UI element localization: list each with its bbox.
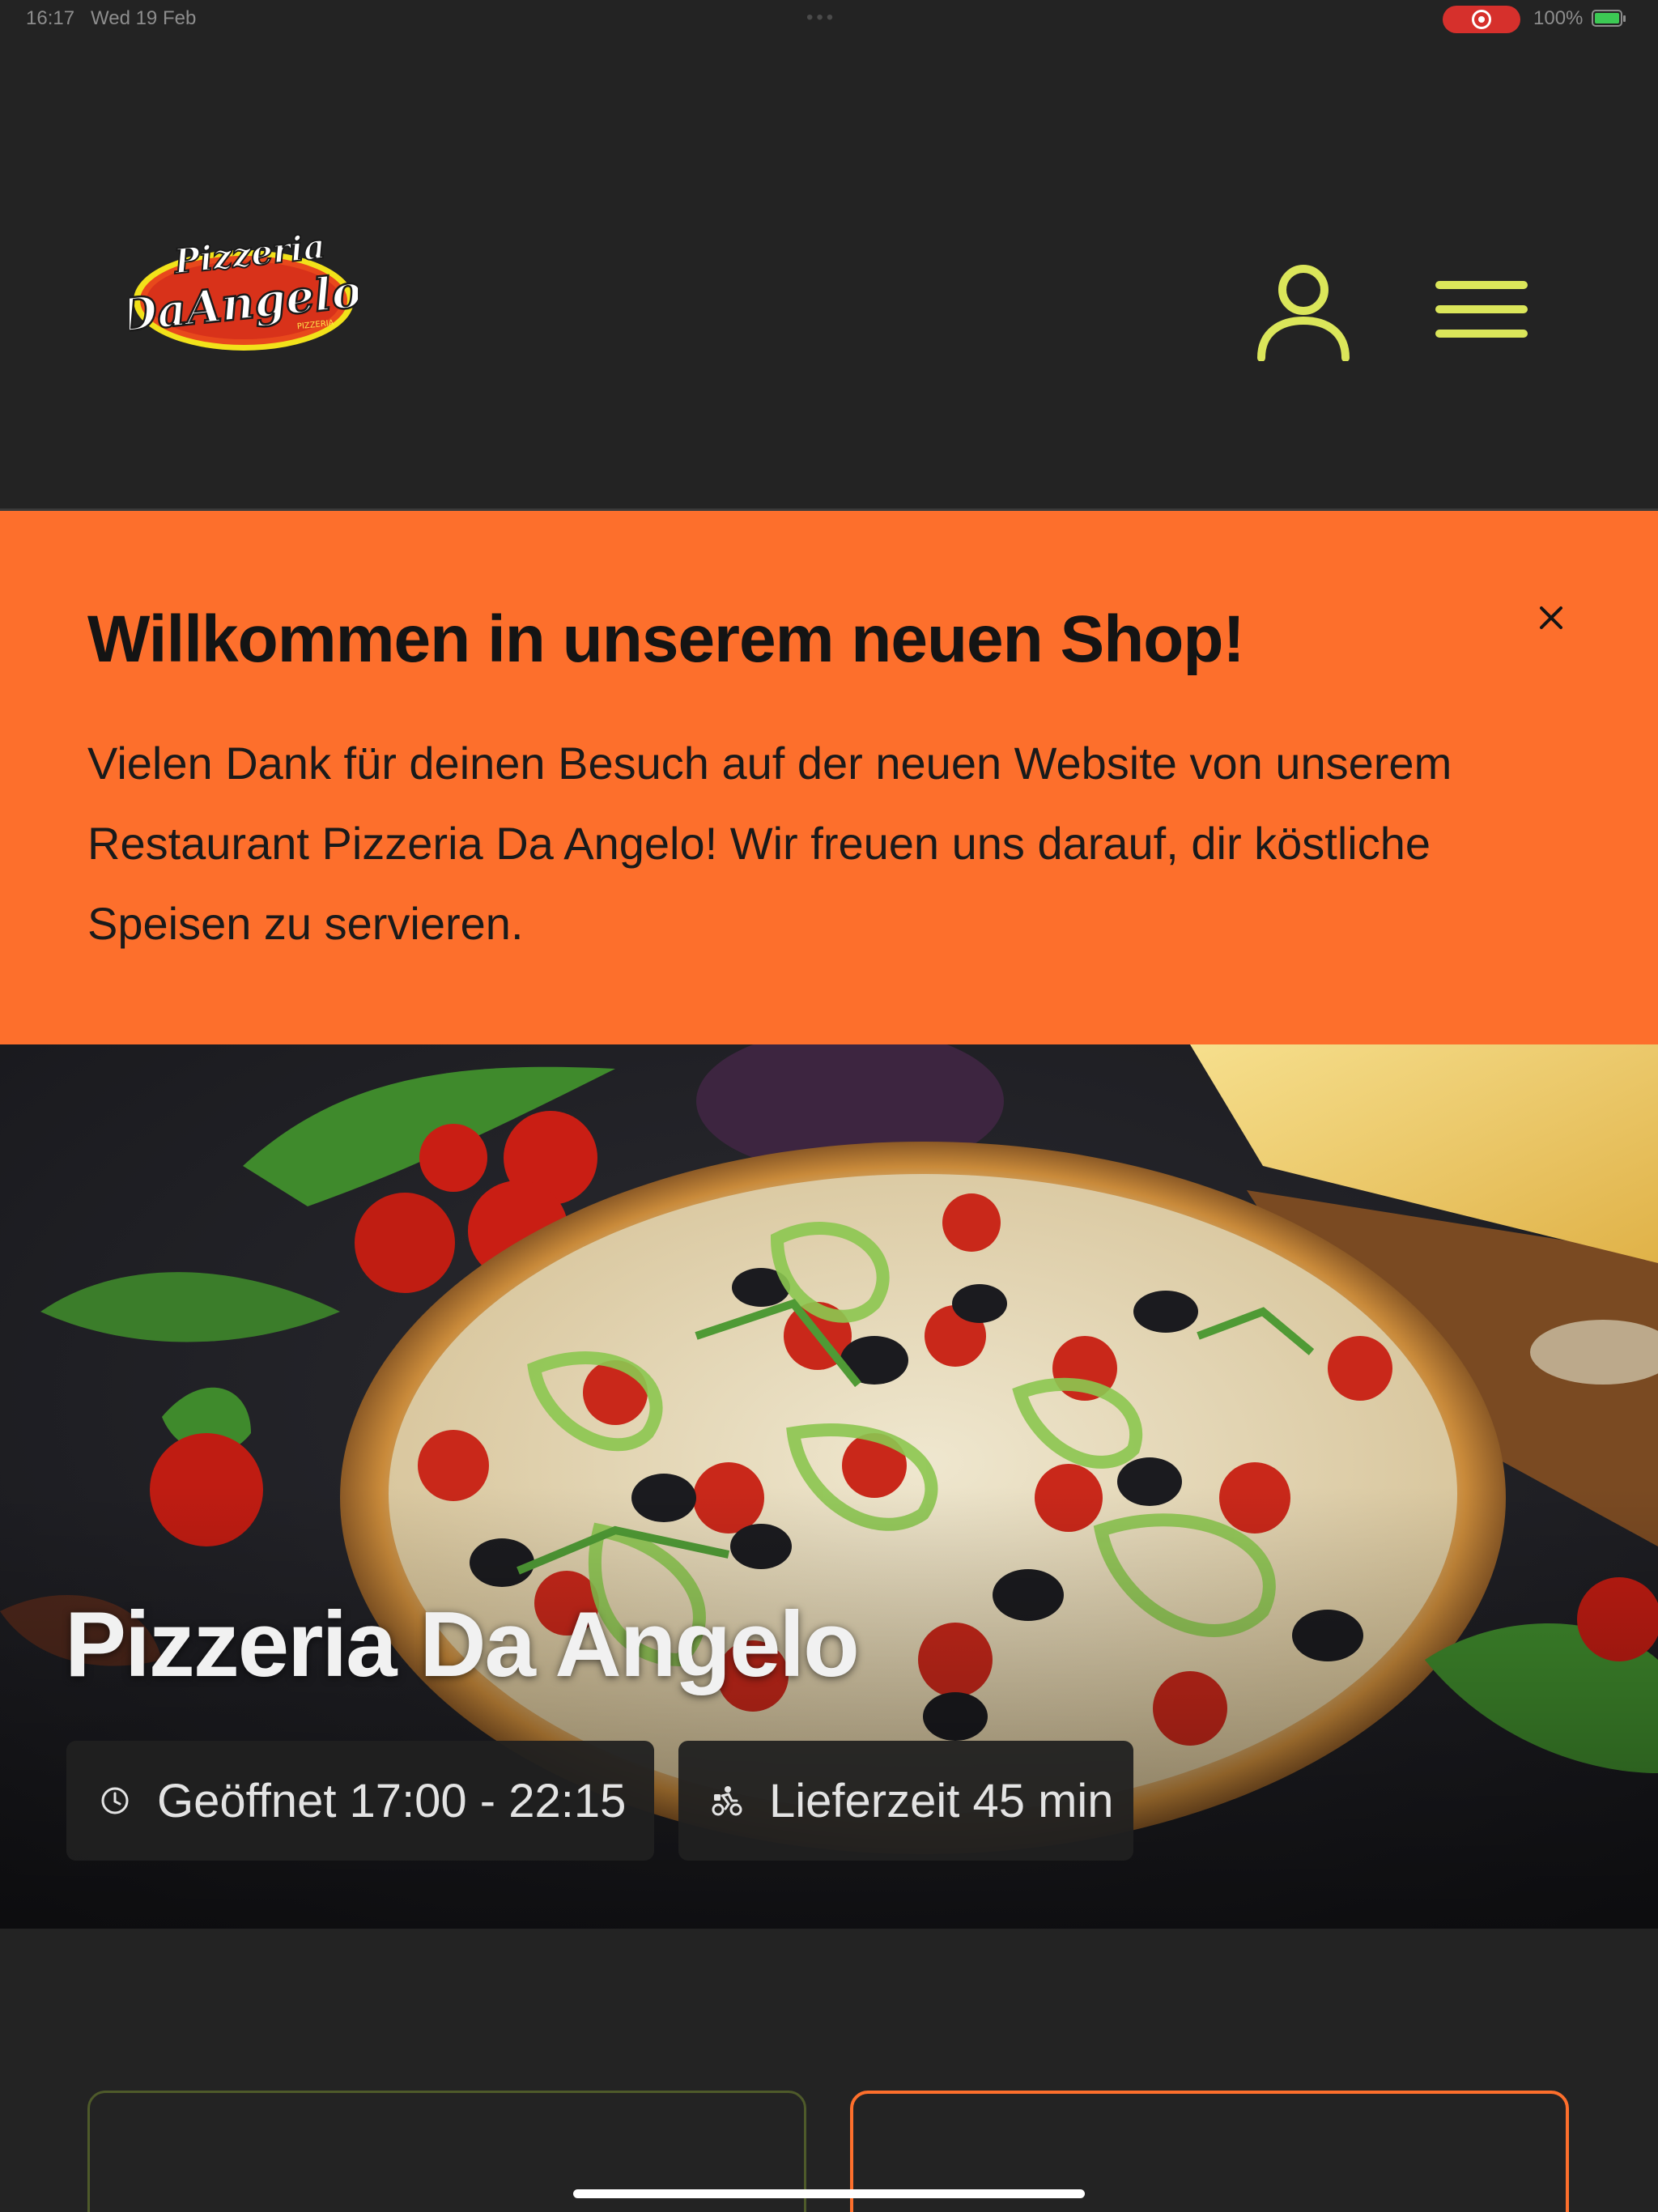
status-bar: 16:17 Wed 19 Feb ••• 100% xyxy=(0,0,1658,37)
user-icon xyxy=(1257,265,1350,362)
order-options-section xyxy=(0,1929,1658,2212)
screen-recording-icon xyxy=(1443,6,1520,33)
welcome-banner: Willkommen in unserem neuen Shop! Vielen… xyxy=(0,508,1658,1044)
delivery-time-badge: Lieferzeit 45 min xyxy=(678,1741,1133,1861)
delivery-time-text: Lieferzeit 45 min xyxy=(769,1774,1114,1827)
hero-section: Pizzeria Da Angelo Geöffnet 17:00 - 22:1… xyxy=(0,1044,1658,1929)
site-header: Pizzeria DaAngelo PIZZERIA xyxy=(0,37,1658,508)
menu-button[interactable] xyxy=(1433,277,1530,342)
battery-icon xyxy=(1592,10,1626,27)
banner-close-button[interactable] xyxy=(1533,600,1569,636)
bike-delivery-icon xyxy=(712,1786,742,1816)
clock-icon xyxy=(101,1787,129,1814)
opening-hours-badge: Geöffnet 17:00 - 22:15 xyxy=(66,1741,654,1861)
home-indicator[interactable] xyxy=(573,2189,1085,2198)
close-icon xyxy=(1540,606,1562,629)
banner-text: Vielen Dank für deinen Besuch auf der ne… xyxy=(87,738,1452,949)
opening-hours-text: Geöffnet 17:00 - 22:15 xyxy=(157,1774,627,1827)
status-date: Wed 19 Feb xyxy=(91,7,197,29)
status-time: 16:17 xyxy=(26,7,75,29)
hamburger-menu-icon xyxy=(1435,281,1528,338)
multitasking-dots-icon: ••• xyxy=(806,6,837,28)
restaurant-name: Pizzeria Da Angelo xyxy=(65,1593,860,1696)
account-button[interactable] xyxy=(1255,261,1352,362)
logo[interactable]: Pizzeria DaAngelo PIZZERIA xyxy=(113,223,365,361)
battery-percentage: 100% xyxy=(1533,7,1584,29)
banner-title: Willkommen in unserem neuen Shop! xyxy=(87,602,1245,676)
